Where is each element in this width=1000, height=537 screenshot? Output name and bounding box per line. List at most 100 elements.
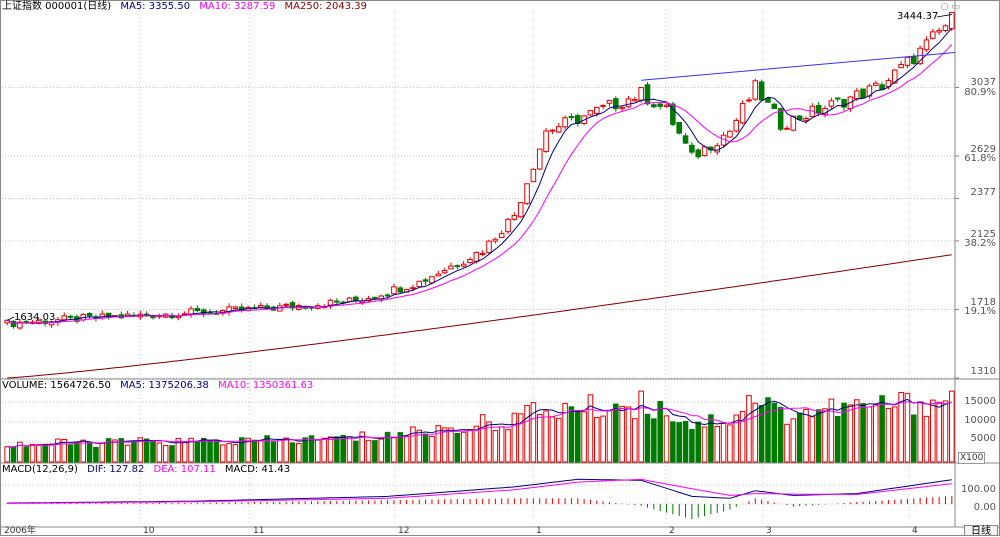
vol-tick-10000: 10000 — [964, 415, 996, 426]
volume-bar-up — [949, 390, 955, 463]
volume-bar-down — [689, 428, 695, 463]
volume-bar-up — [594, 416, 600, 463]
vol-ma5-label: MA5: 1375206.38 — [120, 380, 209, 391]
vol-tick-15000: 15000 — [964, 396, 996, 407]
volume-bar-up — [403, 435, 410, 463]
candle-up — [562, 117, 568, 128]
time-label-3: 3 — [766, 526, 772, 536]
price-tick-1310: 1310 — [970, 366, 996, 377]
volume-bar-down — [676, 422, 682, 463]
candle-up — [536, 148, 543, 170]
time-label-1: 1 — [536, 526, 542, 536]
volume-bar-up — [441, 427, 448, 463]
volume-bar-up — [625, 406, 632, 463]
candle-up — [181, 313, 188, 316]
volume-bar-down — [207, 440, 213, 463]
volume-bar-up — [904, 392, 911, 463]
volume-bar-up — [36, 444, 42, 463]
volume-bar-up — [942, 400, 949, 463]
macd-value-label: MACD: 41.43 — [224, 464, 291, 475]
volume-bar-up — [587, 394, 594, 463]
candle-up — [923, 39, 930, 51]
volume-bar-up — [923, 415, 930, 463]
volume-bar-up — [866, 406, 873, 463]
vol-tick-5000: 5000 — [970, 433, 996, 444]
zoom-icon[interactable]: ○ — [941, 2, 949, 12]
candle-up — [257, 305, 264, 308]
volume-bar-up — [536, 413, 543, 463]
volume-bar-up — [29, 443, 36, 463]
candle-up — [606, 99, 613, 104]
volume-bar-down — [613, 403, 619, 463]
candle-up — [524, 183, 530, 204]
time-label-2: 2 — [669, 526, 675, 536]
candle-up — [549, 129, 556, 132]
volume-bar-up — [511, 412, 518, 463]
volume-bar-up — [283, 437, 289, 463]
volume-bar-down — [169, 445, 175, 463]
volume-bar-down — [422, 433, 429, 463]
volume-bar-up — [492, 429, 499, 463]
volume-bar-down — [334, 436, 340, 463]
candle-up — [828, 100, 835, 107]
volume-bar-up — [581, 411, 587, 463]
candle-down — [86, 313, 93, 317]
ma10-label: MA10: 3287.59 — [199, 1, 276, 12]
volume-header: VOLUME: 1564726.50 MA5: 1375206.38 MA10:… — [2, 380, 319, 392]
price-tick-2377: 2377 — [970, 187, 996, 198]
volume-bar-up — [930, 399, 936, 463]
volume-bar-up — [181, 441, 188, 463]
volume-bar-down — [42, 443, 48, 463]
candle-down — [422, 279, 429, 282]
dif-label: DIF: 127.82 — [87, 464, 145, 475]
volume-bar-up — [600, 415, 606, 463]
candle-up — [511, 215, 518, 220]
candle-up — [410, 287, 416, 290]
volume-bar-up — [917, 401, 923, 463]
candle-down — [815, 104, 822, 114]
candle-up — [530, 168, 537, 183]
volume-bar-down — [143, 438, 150, 463]
volume-bar-down — [708, 414, 714, 463]
vol-ma10-label: MA10: 1350361.63 — [218, 380, 314, 391]
volume-bar-down — [911, 414, 917, 463]
volume-bar-up — [714, 425, 721, 463]
candle-up — [498, 233, 505, 238]
volume-bar-down — [131, 440, 137, 463]
volume-bar-up — [530, 402, 537, 463]
volume-bar-down — [651, 418, 657, 463]
candle-up — [441, 270, 448, 274]
volume-bar-up — [803, 408, 809, 463]
volume-bar-down — [150, 440, 156, 463]
volume-bar-down — [670, 421, 676, 463]
volume-bar-down — [353, 440, 359, 463]
volume-bar-up — [555, 417, 562, 463]
volume-bar-up — [663, 415, 670, 463]
volume-bar-up — [524, 405, 530, 463]
volume-bar-down — [682, 421, 689, 463]
candle-up — [739, 103, 746, 124]
volume-unit-button[interactable]: X100 — [958, 452, 986, 464]
candle-up — [638, 87, 644, 101]
candle-up — [391, 286, 397, 295]
candle-down — [397, 287, 404, 293]
volume-bar-up — [936, 401, 942, 463]
volume-bar-up — [378, 438, 385, 463]
candle-up — [663, 104, 670, 108]
candle-up — [505, 218, 511, 233]
volume-bar-down — [251, 439, 258, 463]
period-button[interactable]: 日线 — [964, 525, 998, 537]
window-icon[interactable]: ▭ — [951, 2, 960, 12]
time-label-10: 10 — [143, 526, 155, 536]
volume-bar-down — [213, 439, 220, 463]
candle-down — [682, 135, 689, 144]
candle-up — [479, 253, 486, 256]
volume-bar-up — [226, 443, 232, 463]
volume-bar-up — [346, 436, 353, 463]
volume-bar-up — [498, 426, 505, 463]
candlestick-chart[interactable] — [0, 0, 1000, 536]
volume-bar-up — [619, 405, 625, 463]
candle-up — [467, 259, 473, 264]
volume-bar-down — [23, 446, 29, 463]
ma10-line — [6, 44, 953, 324]
